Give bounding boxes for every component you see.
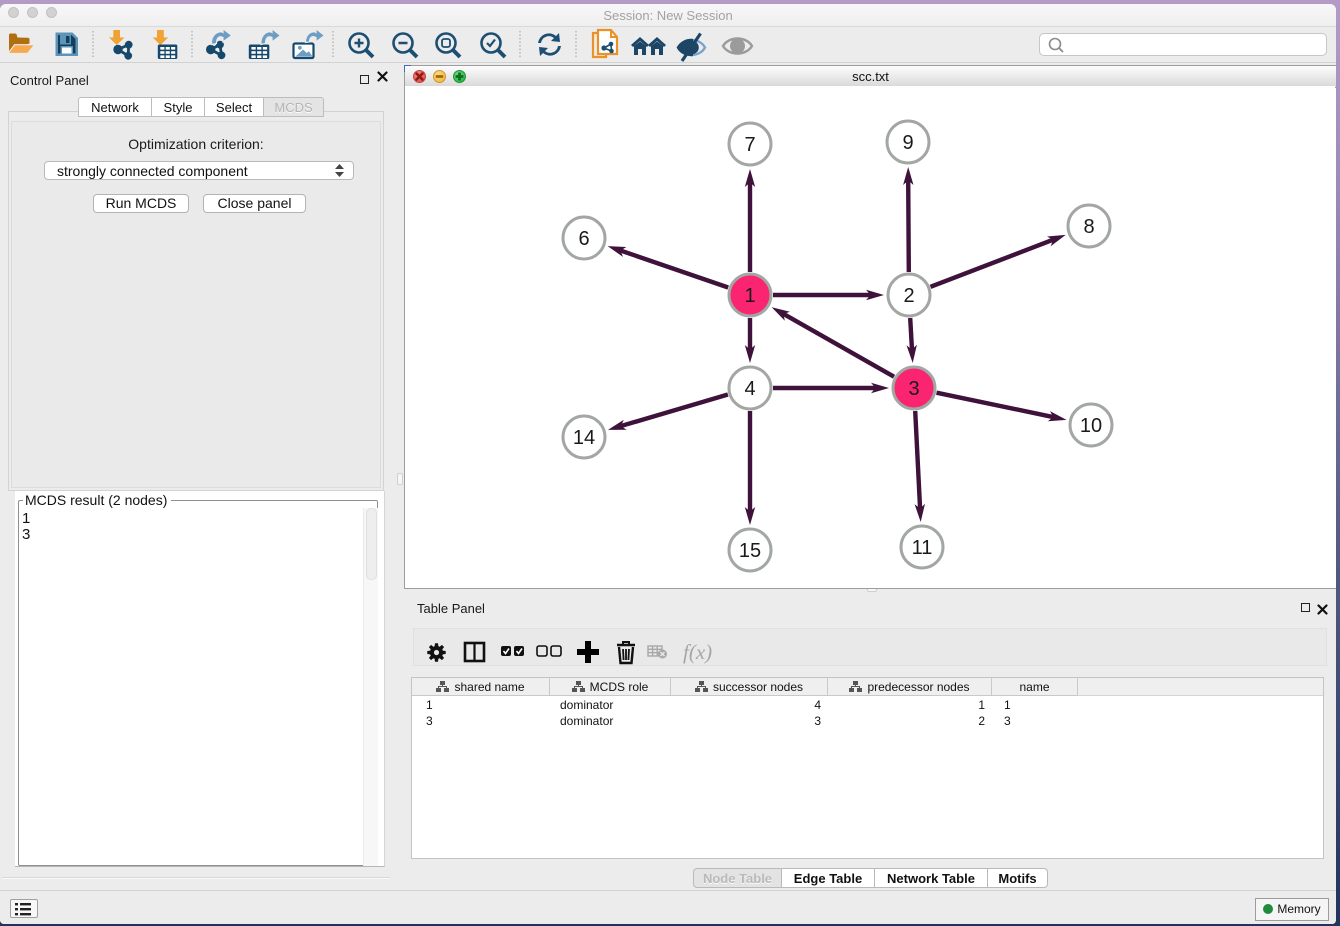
svg-text:2: 2	[903, 285, 914, 307]
svg-text:9: 9	[902, 132, 913, 154]
svg-text:7: 7	[744, 134, 755, 156]
svg-text:6: 6	[578, 228, 589, 250]
svg-text:14: 14	[573, 427, 595, 449]
svg-text:1: 1	[744, 285, 755, 307]
svg-text:10: 10	[1080, 415, 1102, 437]
svg-text:8: 8	[1083, 216, 1094, 238]
svg-text:11: 11	[912, 537, 933, 559]
svg-text:3: 3	[908, 378, 919, 400]
svg-text:15: 15	[739, 540, 761, 562]
svg-text:f(x): f(x)	[683, 640, 712, 664]
svg-text:4: 4	[744, 378, 755, 400]
